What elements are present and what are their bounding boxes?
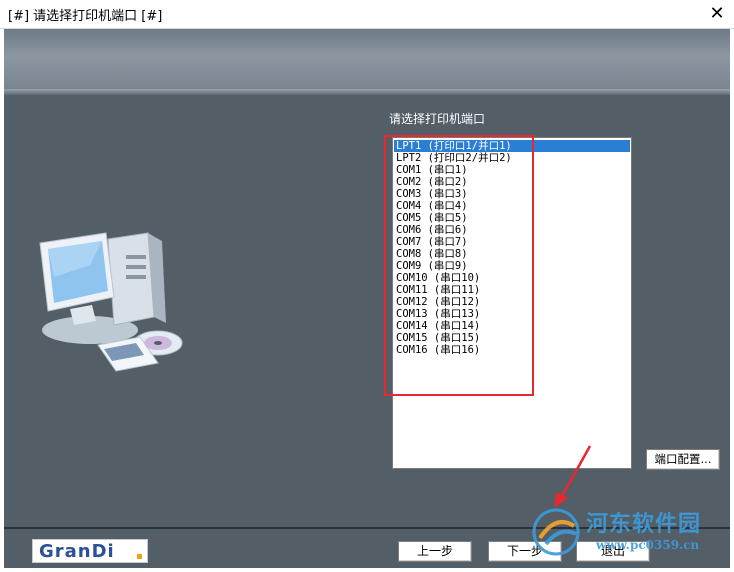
port-list-item[interactable]: COM8 (串口8) — [394, 248, 630, 260]
back-button[interactable]: 上一步 — [398, 541, 472, 562]
logo-dot — [137, 554, 142, 559]
port-list-item[interactable]: COM12 (串口12) — [394, 296, 630, 308]
port-list-item[interactable]: COM11 (串口11) — [394, 284, 630, 296]
next-button[interactable]: 下一步 — [488, 541, 562, 562]
close-icon: ✕ — [709, 3, 725, 24]
port-list-item[interactable]: COM1 (串口1) — [394, 164, 630, 176]
port-listbox[interactable]: LPT1 (打印口1/并口1) LPT2 (打印口2/并口2) COM1 (串口1)… — [392, 137, 632, 469]
installer-window: [#] 请选择打印机端口 [#] ✕ 请选择打印机端口 LPT1 (打印口1/并… — [0, 0, 734, 572]
port-list-item[interactable]: COM7 (串口7) — [394, 236, 630, 248]
port-list-item[interactable]: COM13 (串口13) — [394, 308, 630, 320]
computer-illustration — [39, 232, 183, 372]
window-title: [#] 请选择打印机端口 [#] — [8, 9, 163, 24]
port-list-item[interactable]: LPT1 (打印口1/并口1) — [394, 140, 630, 152]
port-list-item[interactable]: COM2 (串口2) — [394, 176, 630, 188]
logo-text: GranDi — [39, 541, 115, 562]
port-list-item[interactable]: COM4 (串口4) — [394, 200, 630, 212]
port-list-item[interactable]: COM10 (串口10) — [394, 272, 630, 284]
exit-button[interactable]: 退出 — [576, 541, 650, 562]
port-config-button[interactable]: 端口配置... — [646, 449, 720, 470]
port-list-item[interactable]: COM6 (串口6) — [394, 224, 630, 236]
port-label: 请选择打印机端口 — [389, 112, 486, 126]
logo: GranDi — [32, 539, 148, 563]
port-list-item[interactable]: COM16 (串口16) — [394, 344, 630, 356]
port-list-item[interactable]: COM3 (串口3) — [394, 188, 630, 200]
title-bar: [#] 请选择打印机端口 [#] ✕ — [0, 0, 734, 29]
close-button[interactable]: ✕ — [700, 0, 734, 28]
port-list-item[interactable]: COM15 (串口15) — [394, 332, 630, 344]
port-list-item[interactable]: COM14 (串口14) — [394, 320, 630, 332]
port-list-item[interactable]: LPT2 (打印口2/并口2) — [394, 152, 630, 164]
header-banner — [4, 29, 730, 89]
port-list-item[interactable]: COM5 (串口5) — [394, 212, 630, 224]
port-list-item[interactable]: COM9 (串口9) — [394, 260, 630, 272]
